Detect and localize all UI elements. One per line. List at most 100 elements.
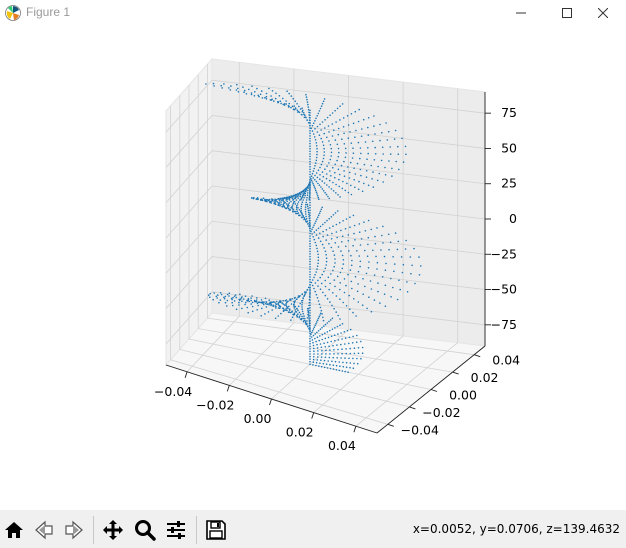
3d-scatter-plot[interactable]: −0.04 −0.02 0.00 0.02 0.04 −0.04 −0.02 0.00 0.02…: [0, 26, 626, 510]
data-point: [345, 245, 347, 248]
data-point: [252, 197, 255, 200]
data-point: [309, 145, 311, 147]
data-point: [322, 157, 325, 160]
data-point: [361, 190, 364, 193]
data-point: [401, 271, 404, 274]
data-point: [359, 265, 361, 268]
data-point: [294, 197, 296, 200]
data-point: [311, 124, 314, 127]
data-point: [302, 199, 305, 201]
data-point: [333, 353, 335, 355]
zoom-button[interactable]: [131, 516, 159, 544]
data-point: [324, 285, 327, 288]
data-point: [309, 353, 311, 355]
data-point: [335, 231, 338, 233]
data-point: [363, 182, 365, 185]
data-point: [298, 296, 301, 298]
data-point: [359, 157, 361, 160]
data-point: [318, 303, 321, 306]
data-point: [251, 295, 253, 297]
data-point: [232, 304, 234, 307]
data-point: [377, 282, 379, 284]
data-point: [345, 305, 348, 307]
data-point: [298, 311, 301, 314]
data-point: [364, 285, 366, 288]
data-point: [228, 295, 230, 297]
home-button[interactable]: [0, 516, 28, 544]
data-point: [342, 301, 345, 304]
data-point: [367, 219, 370, 222]
data-point: [253, 95, 256, 97]
data-point: [349, 362, 352, 364]
data-point: [309, 184, 311, 187]
data-point: [346, 115, 349, 117]
configure-subplots-button[interactable]: [162, 516, 190, 544]
data-point: [418, 274, 421, 276]
data-point: [314, 222, 316, 224]
data-point: [232, 296, 234, 299]
close-button[interactable]: [580, 0, 626, 26]
data-point: [353, 167, 355, 169]
data-point: [314, 188, 317, 190]
data-point: [251, 197, 253, 199]
data-point: [226, 305, 228, 307]
data-point: [341, 235, 344, 237]
data-point: [314, 162, 317, 164]
x-tick-mark: [311, 412, 315, 419]
data-point: [323, 151, 326, 153]
data-point: [357, 347, 360, 349]
data-point: [296, 308, 299, 310]
data-point: [270, 200, 272, 203]
data-point: [316, 331, 318, 334]
data-point: [382, 225, 384, 228]
data-point: [309, 345, 311, 348]
data-point: [277, 197, 280, 200]
data-point: [300, 300, 303, 302]
data-point: [228, 87, 230, 89]
data-point: [238, 304, 240, 306]
data-point: [307, 108, 310, 111]
data-point: [321, 188, 324, 190]
data-point: [354, 173, 357, 175]
data-point: [352, 152, 355, 154]
data-point: [393, 263, 396, 265]
back-button[interactable]: [30, 516, 58, 544]
data-point: [323, 366, 326, 369]
data-point: [285, 103, 288, 105]
data-point: [313, 350, 315, 353]
data-point: [321, 273, 324, 276]
minimize-button[interactable]: [498, 0, 544, 26]
data-point: [330, 151, 333, 154]
data-point: [340, 164, 343, 167]
data-point: [305, 93, 307, 96]
data-point: [374, 235, 376, 238]
data-point: [309, 350, 311, 353]
data-point: [342, 365, 345, 368]
data-point: [379, 302, 381, 304]
data-point: [350, 254, 352, 257]
data-point: [327, 360, 330, 362]
data-point: [347, 371, 349, 374]
data-point: [221, 87, 223, 89]
data-point: [313, 276, 315, 279]
data-point: [334, 171, 336, 174]
data-point: [332, 368, 335, 370]
data-point: [336, 107, 339, 110]
data-point: [344, 357, 346, 359]
data-point: [324, 221, 326, 224]
data-point: [244, 295, 247, 298]
data-point: [335, 223, 338, 226]
data-point: [309, 130, 311, 132]
data-point: [330, 335, 333, 338]
data-point: [301, 315, 303, 318]
save-button[interactable]: [202, 516, 230, 544]
data-point: [309, 201, 311, 204]
data-point: [309, 332, 311, 335]
data-point: [268, 302, 271, 305]
data-point: [288, 305, 290, 308]
data-point: [299, 108, 302, 110]
forward-button[interactable]: [60, 516, 88, 544]
data-point: [322, 235, 324, 238]
data-point: [347, 191, 350, 194]
pan-button[interactable]: [99, 516, 127, 544]
